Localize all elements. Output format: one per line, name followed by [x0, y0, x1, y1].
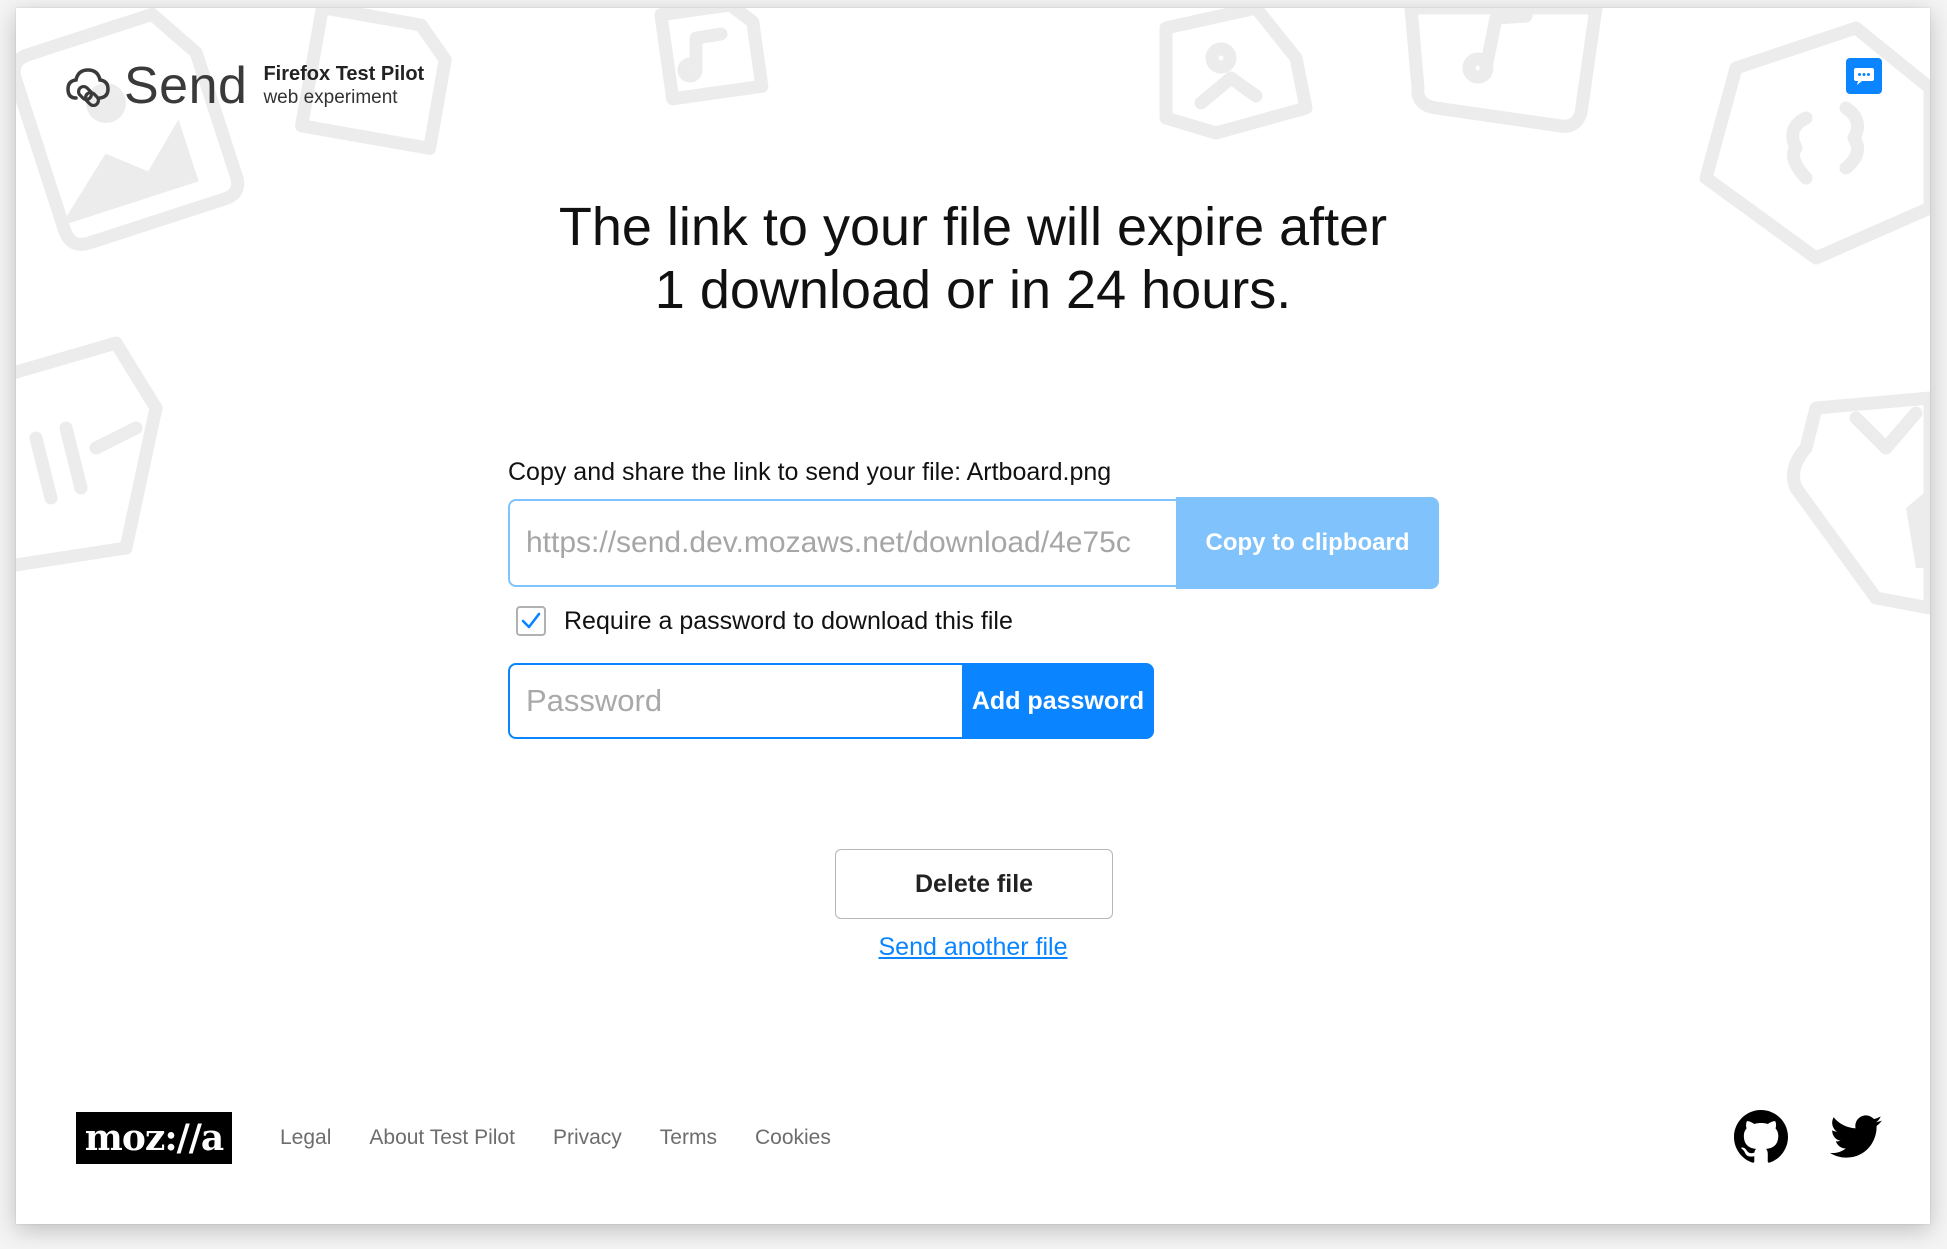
twitter-icon[interactable] [1830, 1115, 1882, 1159]
tagline-title: Firefox Test Pilot [263, 63, 425, 85]
site-header: Send Firefox Test Pilot web experiment [64, 56, 424, 116]
footer-links: Legal About Test Pilot Privacy Terms Coo… [280, 1126, 869, 1150]
require-password-checkbox[interactable] [516, 606, 546, 636]
app-name[interactable]: Send [124, 56, 247, 116]
send-another-container: Send another file [16, 933, 1930, 962]
tagline: Firefox Test Pilot web experiment [263, 62, 424, 110]
footer-link-privacy[interactable]: Privacy [553, 1126, 622, 1150]
delete-file-button[interactable]: Delete file [835, 849, 1113, 919]
expiry-title-line2: 1 download or in 24 hours. [654, 260, 1292, 320]
footer-link-cookies[interactable]: Cookies [755, 1126, 831, 1150]
copy-to-clipboard-button[interactable]: Copy to clipboard [1176, 497, 1439, 589]
password-input[interactable] [508, 663, 962, 739]
require-password-row: Require a password to download this file [516, 606, 1013, 636]
checkmark-icon [521, 612, 541, 629]
require-password-label[interactable]: Require a password to download this file [564, 607, 1013, 636]
expiry-title-line1: The link to your file will expire after [558, 197, 1388, 257]
feedback-button[interactable] [1846, 58, 1882, 94]
cloud-link-icon[interactable] [64, 62, 112, 110]
send-another-file-link[interactable]: Send another file [878, 933, 1067, 961]
password-row: Add password [508, 663, 1154, 739]
site-footer: moz://a Legal About Test Pilot Privacy T… [76, 1112, 869, 1164]
footer-link-about-test-pilot[interactable]: About Test Pilot [369, 1126, 515, 1150]
share-link-row: Copy to clipboard [508, 497, 1439, 591]
chat-bubble-icon [1854, 68, 1874, 85]
share-link-input[interactable] [508, 499, 1176, 587]
mozilla-logo[interactable]: moz://a [76, 1112, 232, 1164]
social-links [1734, 1110, 1882, 1164]
share-label: Copy and share the link to send your fil… [508, 458, 1112, 486]
tagline-subtitle: web experiment [263, 87, 398, 108]
expiry-title: The link to your file will expire after … [16, 196, 1930, 322]
footer-link-terms[interactable]: Terms [660, 1126, 717, 1150]
add-password-button[interactable]: Add password [962, 663, 1154, 739]
github-icon[interactable] [1734, 1110, 1788, 1164]
send-page: Send Firefox Test Pilot web experiment T… [16, 8, 1930, 1224]
footer-link-legal[interactable]: Legal [280, 1126, 331, 1150]
